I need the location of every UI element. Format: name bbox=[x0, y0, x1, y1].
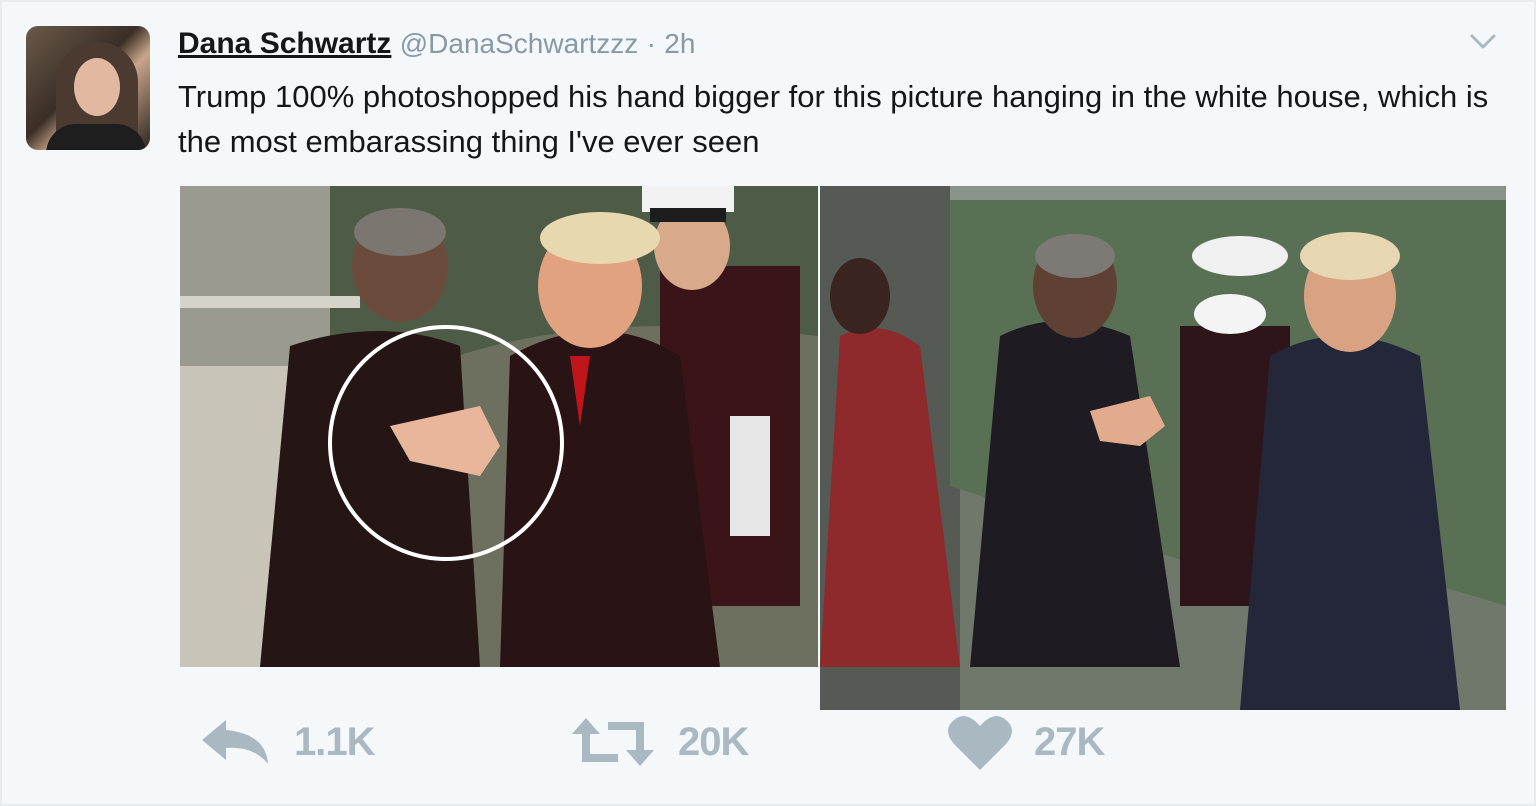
tweet-actions: 1.1K 20K 27K bbox=[198, 710, 1298, 774]
avatar-shirt bbox=[46, 124, 146, 150]
header-separator: · bbox=[646, 28, 656, 59]
photo-left-illustration bbox=[180, 186, 818, 667]
reply-icon bbox=[202, 720, 268, 764]
avatar-face bbox=[74, 58, 120, 116]
reply-count: 1.1K bbox=[294, 719, 375, 764]
author-handle[interactable]: @DanaSchwartzzz bbox=[400, 28, 639, 59]
media-photo-left[interactable] bbox=[180, 186, 818, 667]
tweet-text: Trump 100% photoshopped his hand bigger … bbox=[178, 79, 1489, 159]
like-count: 27K bbox=[1034, 719, 1105, 764]
retweet-button[interactable]: 20K bbox=[568, 710, 749, 774]
photo-right-illustration bbox=[820, 186, 1506, 710]
retweet-icon bbox=[572, 718, 654, 766]
reply-button[interactable]: 1.1K bbox=[198, 710, 375, 774]
heart-icon bbox=[948, 716, 1012, 770]
avatar[interactable] bbox=[26, 26, 150, 150]
like-button[interactable]: 27K bbox=[946, 710, 1105, 774]
tweet-header: Dana Schwartz @DanaSchwartzzz · 2h bbox=[178, 24, 695, 64]
tweet-time[interactable]: 2h bbox=[664, 28, 695, 59]
tweet-card[interactable]: Dana Schwartz @DanaSchwartzzz · 2h Trump… bbox=[0, 0, 1536, 806]
chevron-down-icon[interactable] bbox=[1468, 26, 1498, 56]
author-name[interactable]: Dana Schwartz bbox=[178, 27, 391, 60]
media-photo-right[interactable] bbox=[820, 186, 1506, 710]
retweet-count: 20K bbox=[678, 719, 749, 764]
tweet-media[interactable] bbox=[180, 186, 1506, 710]
